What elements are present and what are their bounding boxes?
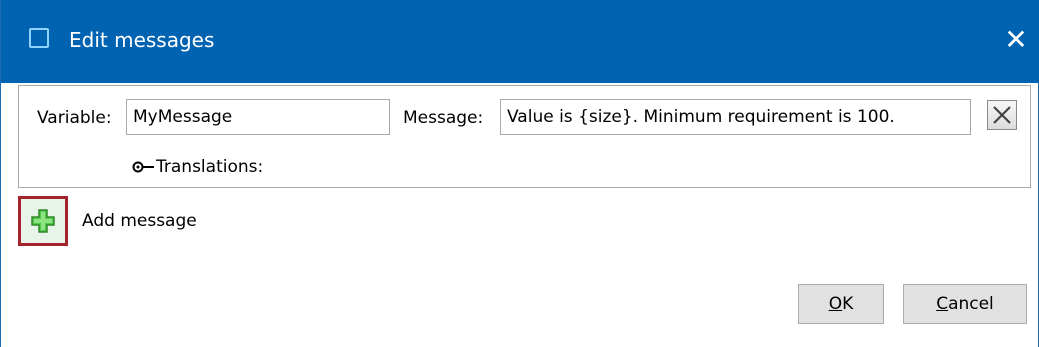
variable-input[interactable]: MyMessage — [126, 99, 390, 135]
message-entry-panel: Variable: MyMessage Message: Value is {s… — [18, 85, 1031, 188]
green-plus-icon — [31, 209, 55, 233]
translations-toggle[interactable]: Translations: — [132, 155, 263, 179]
dialog-title: Edit messages — [69, 28, 215, 52]
cancel-button[interactable]: Cancel — [903, 284, 1027, 324]
translations-label: Translations: — [156, 157, 264, 177]
cancel-mnemonic: C — [936, 294, 949, 314]
delete-message-button[interactable] — [987, 100, 1017, 130]
add-message-button[interactable] — [18, 196, 68, 246]
cancel-label: ancel — [948, 294, 994, 314]
message-label: Message: — [403, 108, 484, 128]
add-message-label: Add message — [82, 211, 197, 231]
ok-button[interactable]: OK — [798, 284, 884, 324]
window-app-icon — [29, 28, 49, 48]
message-input[interactable]: Value is {size}. Minimum requirement is … — [500, 99, 971, 135]
expand-key-icon — [132, 161, 154, 173]
ok-label: K — [842, 294, 854, 314]
close-button[interactable]: ✕ — [998, 22, 1034, 58]
variable-label: Variable: — [37, 108, 112, 128]
edit-messages-dialog: Edit messages ✕ Variable: MyMessage Mess… — [0, 0, 1039, 347]
close-x-icon — [993, 106, 1011, 124]
title-bar[interactable]: Edit messages ✕ — [1, 0, 1039, 83]
ok-mnemonic: O — [828, 294, 843, 314]
add-message-row: Add message — [18, 196, 197, 246]
